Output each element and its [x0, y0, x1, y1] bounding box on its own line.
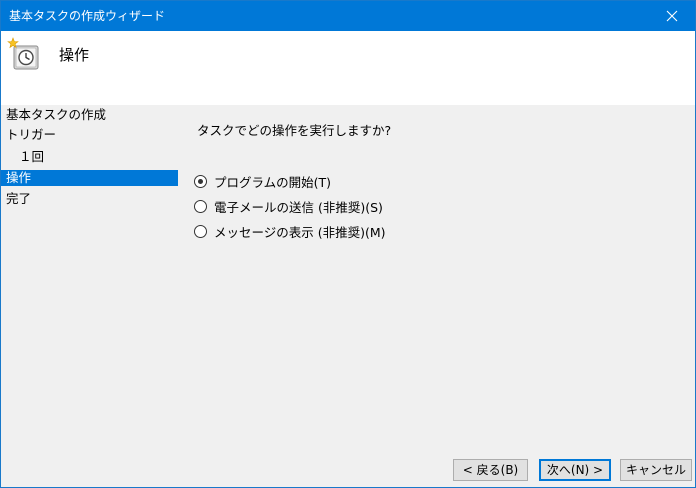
close-icon [666, 10, 678, 22]
radio-button-checked[interactable] [194, 174, 207, 188]
close-button[interactable] [649, 1, 695, 31]
wizard-header: 操作 [1, 31, 695, 105]
step-trigger: トリガー [6, 127, 57, 142]
next-button[interactable]: 次へ(N) > [539, 459, 611, 481]
wizard-window: 基本タスクの作成ウィザード 操作 基本タスクの作成 トリガー １回 操作 完了 … [0, 0, 696, 488]
radio-send-email[interactable]: 電子メールの送信 (非推奨)(S) [194, 197, 383, 215]
scheduled-task-clock-icon [7, 37, 39, 70]
page-title: 操作 [59, 46, 90, 64]
cancel-button[interactable]: キャンセル [620, 459, 692, 481]
back-button[interactable]: < 戻る(B) [453, 459, 528, 481]
step-create-basic-task: 基本タスクの作成 [6, 107, 107, 122]
wizard-content: タスクでどの操作を実行しますか? プログラムの開始(T) 電子メールの送信 (非… [179, 105, 695, 455]
step-action: 操作 [1, 170, 178, 186]
step-one-time: １回 [19, 149, 45, 164]
wizard-steps-sidebar: 基本タスクの作成 トリガー １回 操作 完了 [1, 105, 179, 487]
radio-label-display-message: メッセージの表示 (非推奨)(M) [214, 224, 386, 240]
step-finish: 完了 [6, 191, 32, 206]
radio-button[interactable] [194, 224, 207, 238]
radio-button[interactable] [194, 199, 207, 213]
radio-label-start-program: プログラムの開始(T) [214, 174, 332, 190]
action-question: タスクでどの操作を実行しますか? [197, 123, 392, 138]
title-bar: 基本タスクの作成ウィザード [1, 1, 695, 31]
radio-start-program[interactable]: プログラムの開始(T) [194, 172, 331, 190]
window-title: 基本タスクの作成ウィザード [9, 9, 166, 23]
radio-display-message[interactable]: メッセージの表示 (非推奨)(M) [194, 222, 386, 240]
radio-label-send-email: 電子メールの送信 (非推奨)(S) [214, 199, 383, 215]
